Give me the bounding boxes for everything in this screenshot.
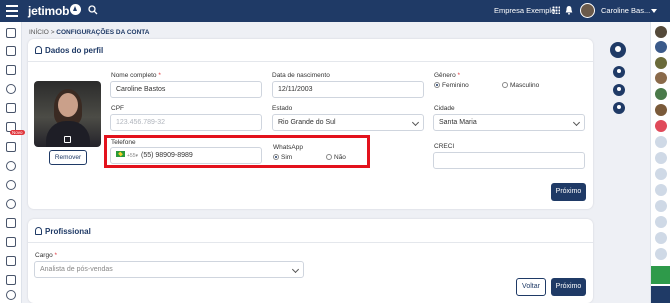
new-badge: Novo xyxy=(10,130,25,135)
creci-label: CRECI xyxy=(434,143,455,150)
user-avatar[interactable] xyxy=(655,26,667,38)
city-select[interactable]: Santa Maria xyxy=(433,114,585,131)
state-label: Estado xyxy=(272,105,293,112)
book-icon[interactable] xyxy=(6,237,16,247)
notification-bell-icon[interactable] xyxy=(565,5,573,15)
target-icon[interactable] xyxy=(6,180,16,190)
gender-label: Gênero * xyxy=(434,72,461,79)
grid-icon[interactable] xyxy=(6,28,16,38)
profile-card-title: Dados do perfil xyxy=(35,46,103,55)
chevron-down-icon xyxy=(291,265,300,274)
radio-selected-icon xyxy=(434,82,440,88)
role-select[interactable]: Analista de pós-vendas xyxy=(34,261,304,278)
user-avatar[interactable] xyxy=(655,152,667,164)
gender-radio-feminino[interactable]: Feminino xyxy=(434,82,469,89)
app-logo[interactable]: jetimob xyxy=(28,4,69,18)
user-avatar[interactable] xyxy=(655,120,667,132)
team-section-icon[interactable] xyxy=(613,84,625,96)
user-avatar[interactable] xyxy=(655,41,667,53)
hamburger-menu-icon[interactable] xyxy=(6,5,18,17)
file-icon[interactable] xyxy=(6,275,16,285)
gender-radio-masculino[interactable]: Masculino xyxy=(502,82,539,89)
next-button-profile[interactable]: Próximo xyxy=(551,183,586,201)
tool-icon[interactable] xyxy=(6,103,16,113)
left-sidebar: Novo xyxy=(0,22,25,303)
chevron-down-icon xyxy=(572,118,581,127)
birth-date-label: Data de nascimento xyxy=(272,72,330,79)
divider xyxy=(28,242,593,243)
user-name[interactable]: Caroline Bas... xyxy=(601,6,650,15)
check-icon[interactable] xyxy=(6,199,16,209)
professional-card-title: Profissional xyxy=(35,227,91,236)
full-name-input[interactable]: Caroline Bastos xyxy=(110,81,262,98)
breadcrumb: INÍCIO > CONFIGURAÇÕES DA CONTA xyxy=(29,29,149,36)
cpf-input[interactable]: 123.456.789-32 xyxy=(110,114,262,131)
top-navbar: jetimob Empresa Exemplo Caroline Bas... xyxy=(0,0,670,22)
back-button[interactable]: Voltar xyxy=(516,278,546,296)
money-icon[interactable] xyxy=(6,256,16,266)
user-avatar[interactable] xyxy=(655,232,667,244)
breadcrumb-separator: > xyxy=(50,29,55,36)
collapse-chevron-icon[interactable] xyxy=(651,286,670,303)
user-avatar[interactable] xyxy=(655,216,667,228)
breadcrumb-home[interactable]: INÍCIO xyxy=(29,29,49,36)
apps-grid-icon[interactable] xyxy=(552,6,560,14)
user-avatar[interactable] xyxy=(655,57,667,69)
megaphone-icon[interactable] xyxy=(6,218,16,228)
home-icon[interactable] xyxy=(6,46,16,56)
role-label: Cargo * xyxy=(35,252,58,259)
building-icon[interactable] xyxy=(6,65,16,75)
key-icon[interactable] xyxy=(6,84,16,94)
right-users-strip xyxy=(650,22,670,303)
user-avatar[interactable] xyxy=(655,104,667,116)
user-avatar[interactable] xyxy=(655,136,667,148)
key-section-icon[interactable] xyxy=(613,102,625,114)
profile-photo[interactable] xyxy=(34,81,101,147)
user-avatar[interactable] xyxy=(655,200,667,212)
company-name[interactable]: Empresa Exemplo xyxy=(494,6,555,15)
user-avatar[interactable] xyxy=(655,168,667,180)
search-icon[interactable] xyxy=(88,5,98,15)
edit-photo-icon[interactable] xyxy=(64,136,71,143)
radio-unselected-icon xyxy=(502,82,508,88)
divider xyxy=(28,61,593,62)
profile-section-icon[interactable] xyxy=(610,42,626,58)
user-avatar[interactable] xyxy=(655,88,667,100)
user-icon xyxy=(35,227,42,235)
user-avatar[interactable] xyxy=(580,3,595,18)
creci-input[interactable] xyxy=(433,152,585,169)
user-avatar[interactable] xyxy=(655,184,667,196)
birth-date-input[interactable]: 12/11/2003 xyxy=(272,81,424,98)
user-icon xyxy=(35,46,42,54)
logo-home-icon xyxy=(70,4,81,15)
state-select[interactable]: Rio Grande do Sul xyxy=(272,114,424,131)
user-avatar[interactable] xyxy=(655,248,667,260)
remove-photo-button[interactable]: Remover xyxy=(49,150,87,165)
chevron-down-icon xyxy=(411,118,420,127)
city-label: Cidade xyxy=(434,105,455,112)
full-name-label: Nome completo * xyxy=(111,72,161,79)
user-avatar[interactable] xyxy=(655,72,667,84)
user-menu-chevron-icon[interactable] xyxy=(651,9,657,13)
next-button-professional[interactable]: Próximo xyxy=(551,278,586,296)
highlight-annotation xyxy=(104,135,370,168)
breadcrumb-current: CONFIGURAÇÕES DA CONTA xyxy=(56,29,150,36)
chat-icon[interactable] xyxy=(651,266,670,284)
document-icon[interactable] xyxy=(6,142,16,152)
people-icon[interactable] xyxy=(6,161,16,171)
cpf-label: CPF xyxy=(111,105,124,112)
user-section-icon[interactable] xyxy=(613,66,625,78)
info-icon[interactable] xyxy=(6,290,16,300)
